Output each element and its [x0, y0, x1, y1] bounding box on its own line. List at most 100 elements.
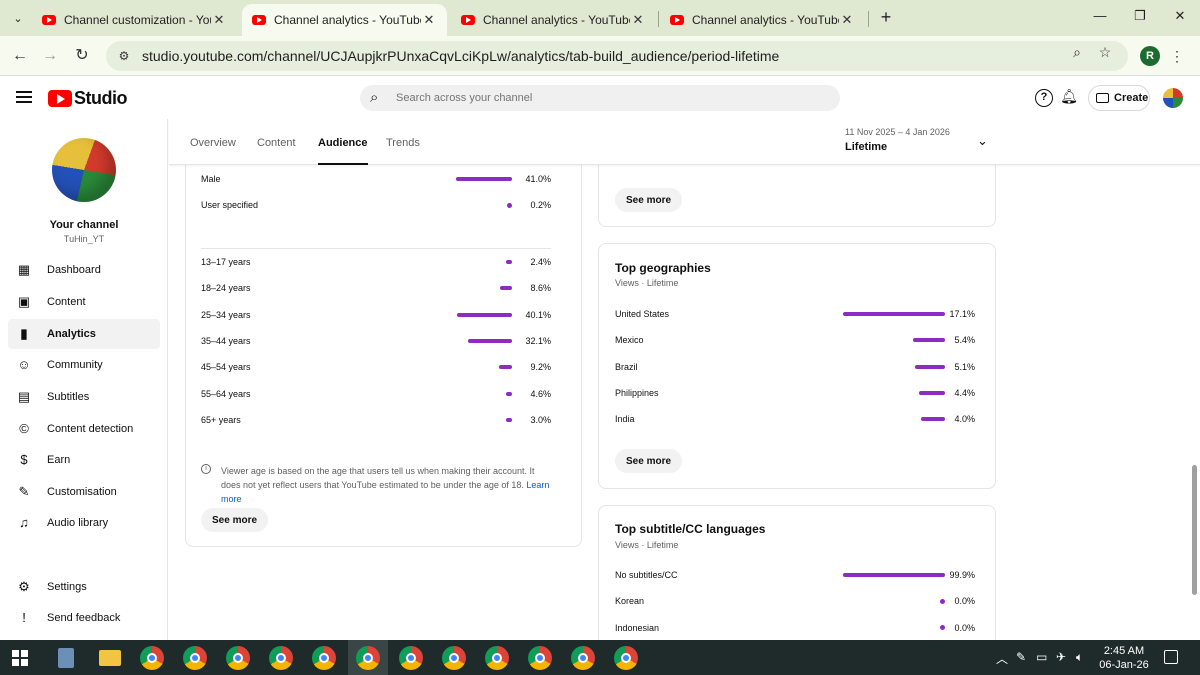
sidebar-item-content-detection[interactable]: © Content detection	[8, 414, 160, 444]
chrome-icon[interactable]	[571, 646, 595, 670]
chrome-icon[interactable]	[269, 646, 293, 670]
browser-menu-icon[interactable]: ⋮	[1170, 46, 1184, 66]
sidebar-item-send-feedback[interactable]: ! Send feedback	[8, 603, 160, 633]
sidebar-item-audio-library[interactable]: ♫ Audio library	[8, 508, 160, 538]
metric-row: 13–17 years 2.4%	[201, 254, 551, 270]
sidebar-item-analytics[interactable]: ▮ Analytics	[8, 319, 160, 349]
tab-overview[interactable]: Overview	[190, 137, 236, 165]
back-arrow-icon[interactable]: ←	[10, 46, 30, 66]
sidebar-item-community[interactable]: ☺ Community	[8, 350, 160, 380]
chevron-up-icon[interactable]: ︿	[996, 650, 1008, 667]
tab-close-icon[interactable]: ✕	[839, 12, 855, 28]
sidebar-item-customisation[interactable]: ✎ Customisation	[8, 477, 160, 507]
metric-value: 40.1%	[525, 309, 551, 320]
card-subtitle: Views · Lifetime	[615, 278, 679, 288]
tab-close-icon[interactable]: ✕	[630, 12, 646, 28]
channel-search-box[interactable]: ⌕	[360, 85, 840, 111]
chrome-icon[interactable]	[312, 646, 336, 670]
browser-tab[interactable]: Channel analytics - YouTube Studio ✕	[451, 4, 656, 36]
page-scrollbar[interactable]	[1192, 465, 1197, 595]
tab-close-icon[interactable]: ✕	[211, 12, 227, 28]
studio-sidebar: Your channel TuHin_YT ▦ Dashboard ▣ Cont…	[0, 119, 168, 640]
tab-close-icon[interactable]: ✕	[421, 12, 437, 28]
top-card: See more	[598, 165, 996, 227]
sidebar-item-dashboard[interactable]: ▦ Dashboard	[8, 255, 160, 285]
metric-bar	[507, 202, 512, 208]
see-more-button[interactable]: See more	[615, 188, 683, 212]
calculator-icon[interactable]	[58, 648, 74, 668]
metric-row: No subtitles/CC 99.9%	[615, 567, 975, 583]
new-tab-icon[interactable]: +	[876, 8, 896, 28]
zoom-icon[interactable]: ⌕	[1068, 43, 1086, 61]
period-label: Lifetime	[845, 141, 888, 153]
browser-tab[interactable]: Channel customization - YouTube Studio ✕	[32, 4, 237, 36]
sidebar-item-subtitles[interactable]: ▤ Subtitles	[8, 382, 160, 412]
chrome-icon[interactable]	[356, 646, 380, 670]
account-avatar[interactable]	[1163, 88, 1183, 108]
help-icon[interactable]: ?	[1035, 89, 1053, 107]
channel-avatar[interactable]	[52, 138, 116, 202]
minimize-icon[interactable]: —	[1090, 8, 1110, 28]
chrome-icon[interactable]	[399, 646, 423, 670]
sidebar-item-settings[interactable]: ⚙ Settings	[8, 572, 160, 602]
windows-start-icon[interactable]	[12, 650, 28, 666]
content-icon: ▣	[17, 294, 31, 309]
chrome-icon[interactable]	[442, 646, 466, 670]
metric-label: Philippines	[615, 387, 659, 398]
subtitles-icon: ▤	[17, 389, 31, 404]
tab-divider	[658, 11, 659, 27]
chrome-icon[interactable]	[140, 646, 164, 670]
taskbar-clock[interactable]: 2:45 AM 06-Jan-26	[1098, 644, 1150, 672]
site-info-icon[interactable]: ⚙	[116, 48, 132, 64]
sidebar-item-earn[interactable]: $ Earn	[8, 445, 160, 475]
metric-bar	[506, 417, 512, 422]
see-more-button[interactable]: See more	[201, 508, 269, 532]
tab-content[interactable]: Content	[257, 137, 296, 165]
sidebar-item-label: Earn	[47, 454, 71, 466]
chrome-icon[interactable]	[226, 646, 250, 670]
restore-icon[interactable]: ❐	[1130, 8, 1150, 28]
tab-trends[interactable]: Trends	[386, 137, 420, 165]
metric-bar	[468, 338, 512, 343]
studio-logo[interactable]: Studio	[48, 88, 128, 109]
metric-label: 25–34 years	[201, 309, 251, 320]
browser-tab-active[interactable]: Channel analytics - YouTube Studio ✕	[242, 4, 447, 36]
tab-search-icon[interactable]: ⌄	[6, 7, 30, 29]
see-more-button[interactable]: See more	[615, 449, 683, 473]
volume-icon[interactable]: 🔈︎	[1076, 650, 1083, 665]
window-close-icon[interactable]: ✕	[1170, 8, 1190, 28]
battery-icon[interactable]: ▭	[1036, 650, 1047, 664]
chrome-icon[interactable]	[183, 646, 207, 670]
chrome-icon[interactable]	[528, 646, 552, 670]
tab-audience[interactable]: Audience	[318, 137, 368, 165]
hamburger-menu-icon[interactable]	[14, 88, 34, 108]
channel-title: Your channel	[49, 219, 119, 231]
notification-center-icon[interactable]	[1164, 650, 1178, 664]
address-bar[interactable]: ⚙ studio.youtube.com/channel/UCJAupjkrPU…	[106, 41, 1128, 71]
search-input[interactable]	[396, 92, 796, 104]
channel-handle: TuHin_YT	[63, 234, 105, 244]
metric-value: 99.9%	[949, 570, 975, 580]
chrome-icon[interactable]	[485, 646, 509, 670]
reload-icon[interactable]: ↻	[72, 46, 92, 66]
card-subtitle: Views · Lifetime	[615, 540, 679, 550]
create-button[interactable]: Create	[1088, 85, 1150, 111]
airplane-mode-icon[interactable]: ✈	[1056, 650, 1066, 664]
metric-label: 13–17 years	[201, 257, 251, 267]
pen-icon[interactable]: ✎	[1016, 650, 1026, 664]
forward-arrow-icon[interactable]: →	[40, 46, 60, 66]
chrome-icon[interactable]	[614, 646, 638, 670]
url-text: studio.youtube.com/channel/UCJAupjkrPUnx…	[142, 48, 780, 64]
browser-tab[interactable]: Channel analytics - YouTube Studio ✕	[660, 4, 865, 36]
bookmark-star-icon[interactable]: ☆	[1096, 43, 1114, 61]
sidebar-item-content[interactable]: ▣ Content	[8, 287, 160, 317]
file-explorer-icon[interactable]	[99, 650, 121, 666]
video-camera-icon	[1096, 93, 1109, 103]
chevron-down-icon[interactable]: ⌄	[977, 133, 988, 149]
metric-bar	[918, 390, 945, 395]
notifications-bell-icon[interactable]: 🔔︎	[1060, 88, 1078, 108]
search-icon[interactable]: ⌕	[370, 90, 386, 106]
period-selector[interactable]: 11 Nov 2025 – 4 Jan 2026 Lifetime	[845, 127, 950, 153]
browser-profile-avatar[interactable]: R	[1140, 46, 1160, 66]
metric-label: No subtitles/CC	[615, 570, 678, 580]
